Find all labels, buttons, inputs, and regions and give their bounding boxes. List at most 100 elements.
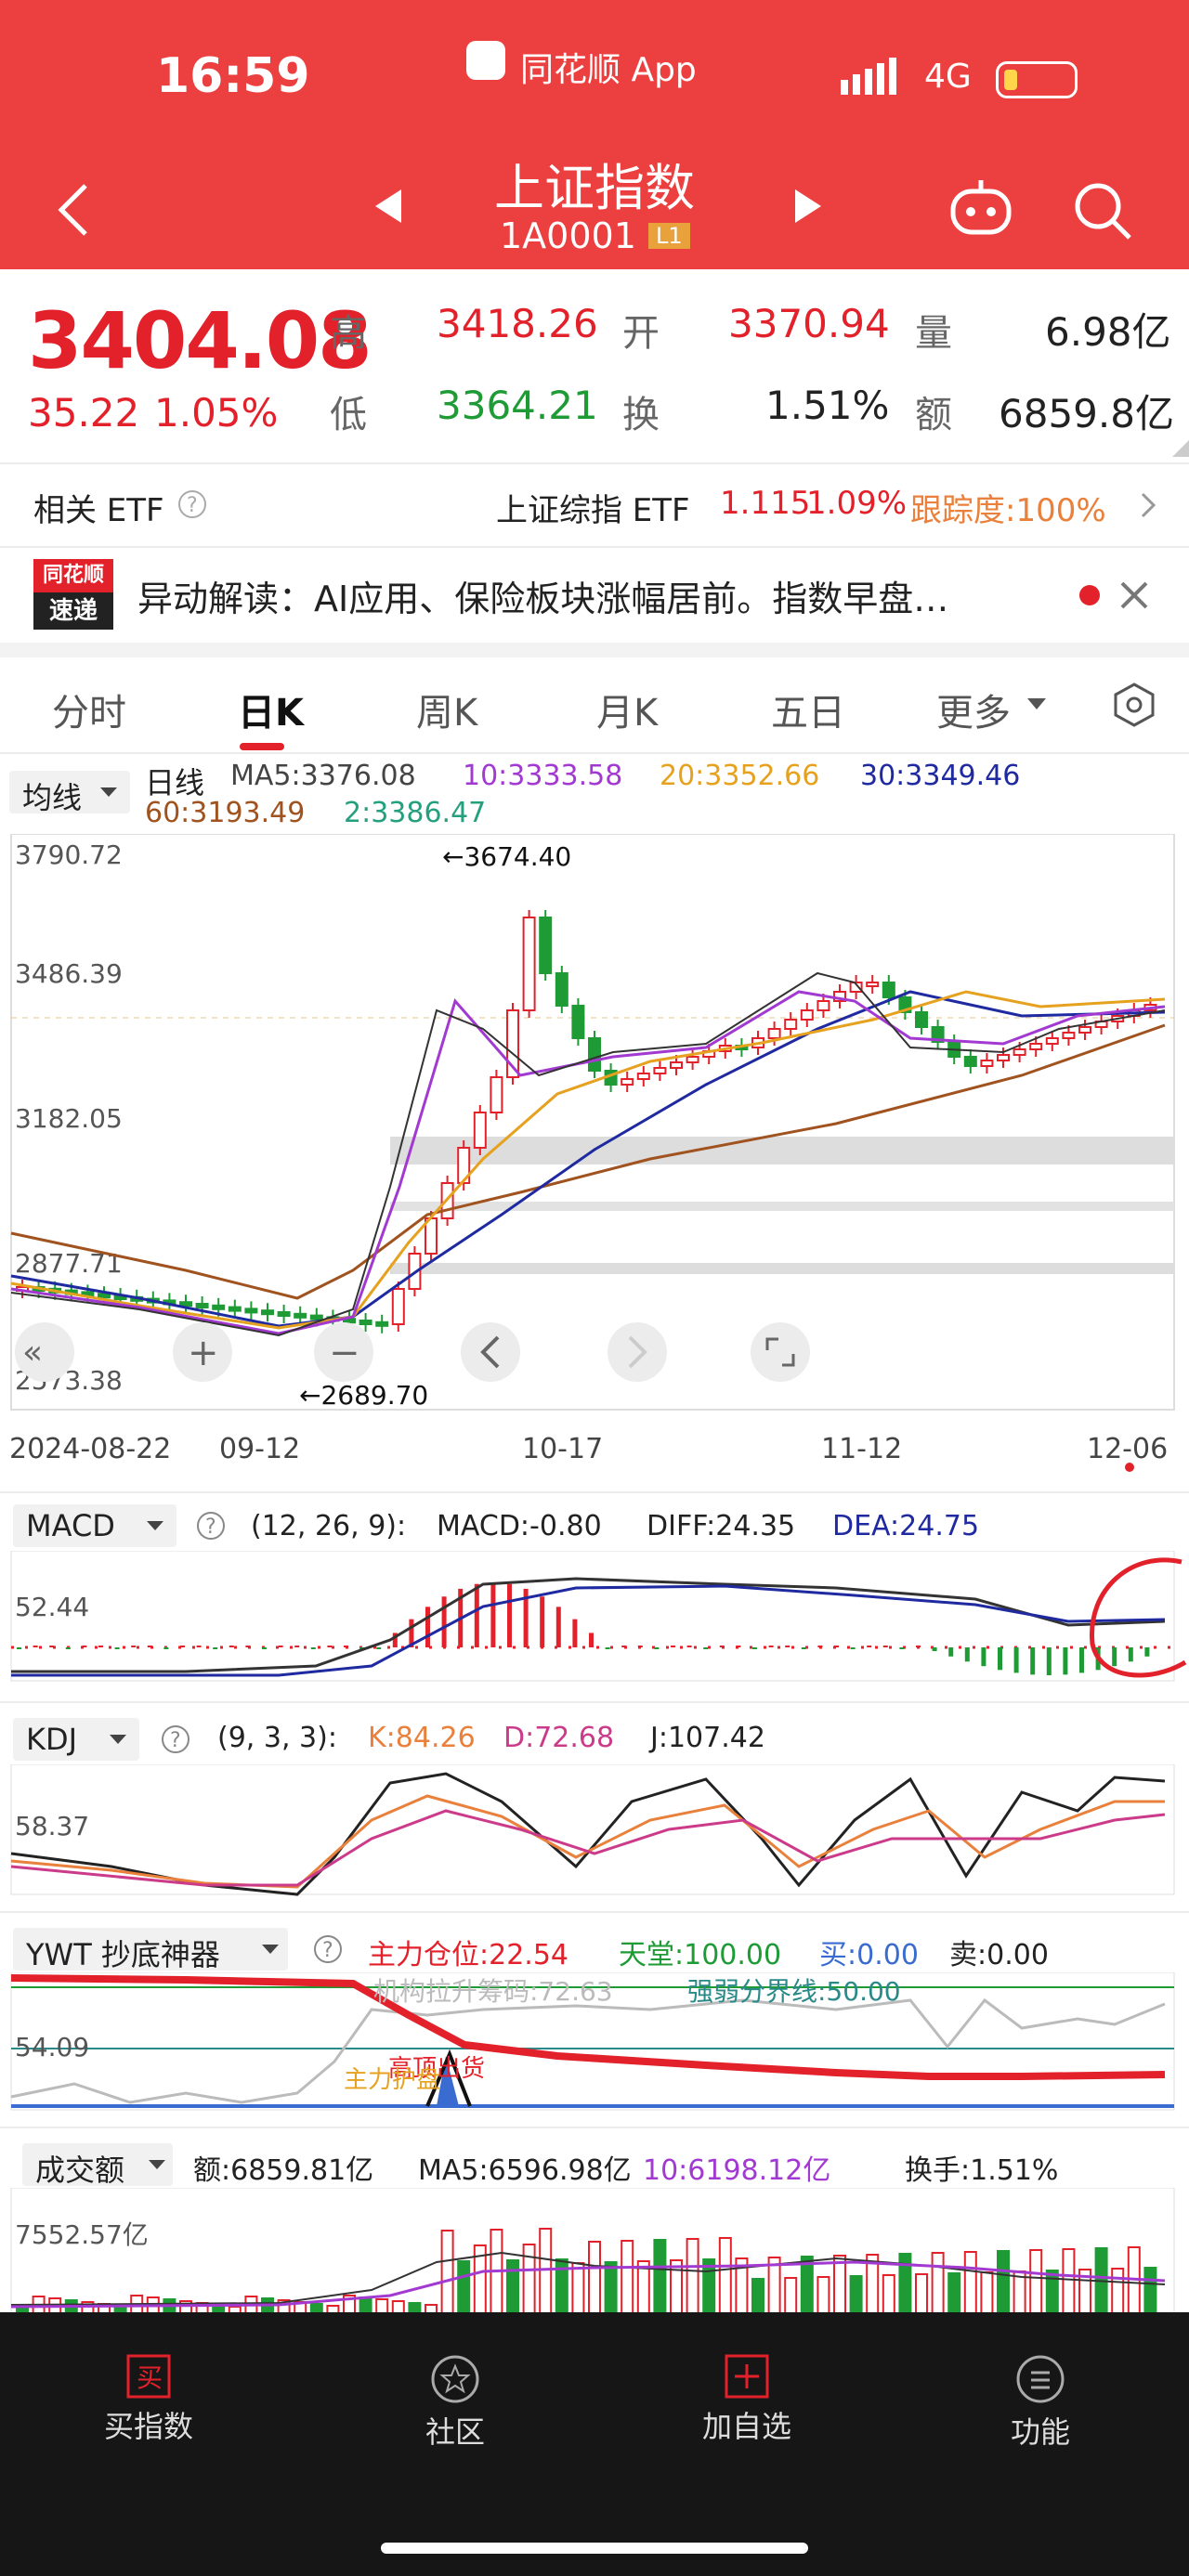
min-label: ←2689.70 [299,1380,428,1411]
ywt-tiantang: 天堂:100.00 [619,1939,782,1971]
macd-bar [589,1633,594,1647]
amount-label: 额 [915,394,952,436]
macd-bar [605,1647,610,1649]
zoom-in-button[interactable]: + [173,1322,232,1382]
macd-bar [1112,1647,1117,1667]
kdj-selector[interactable]: KDJ [13,1718,139,1761]
macd-bar [752,1647,757,1649]
kdj-chart[interactable]: 58.37 [0,1764,1189,1904]
ma-selector[interactable]: 均线 [9,771,130,815]
macd-bar [834,1646,839,1647]
news-text[interactable]: 异动解读：AI应用、保险板块涨幅居前。指数早盘… [137,570,1029,621]
app-name: 同花顺 App [520,51,697,89]
home-indicator [381,2543,808,2554]
help-icon[interactable]: ? [312,1933,344,1965]
macd-bar [1063,1647,1068,1675]
zoom-out-button[interactable]: − [314,1322,373,1382]
ywt-selector-label: YWT 抄底神器 [26,1937,220,1972]
macd-bar [441,1596,447,1647]
kdj-selector-label: KDJ [26,1722,78,1757]
macd-bar [163,1647,169,1649]
macd-chart[interactable]: 52.44 [0,1551,1189,1690]
next-stock-icon[interactable] [791,186,825,227]
d-value: D:72.68 [503,1722,615,1754]
y-label-0: 3790.72 [15,839,123,870]
macd-selector[interactable]: MACD [13,1504,176,1547]
macd-bar [981,1647,986,1667]
close-icon[interactable] [1118,579,1150,611]
macd-bar [964,1647,970,1662]
volume-label: 量 [915,312,952,355]
etf-tracking: 跟踪度:100% [910,492,1106,529]
help-icon[interactable]: ? [160,1724,191,1755]
search-icon[interactable] [1070,178,1135,243]
chevron-right-icon[interactable] [1139,490,1157,520]
nav-community[interactable]: 社区 [409,2353,502,2452]
macd-bar [49,1646,55,1647]
caret-down-icon [100,787,117,797]
nav-functions-label: 功能 [1010,2414,1070,2450]
macd-bar [507,1583,512,1647]
kline-chart[interactable]: 3790.72 3486.39 3182.05 2877.71 2573.38 … [0,834,1189,1484]
tab-daily-k[interactable]: 日K [238,683,304,736]
tab-monthly-k[interactable]: 月K [596,683,658,736]
macd-bar [310,1647,316,1649]
ywt-selector[interactable]: YWT 抄底神器 [13,1928,288,1972]
macd-bar [229,1646,234,1647]
macd-bar [131,1646,137,1647]
corner-triangle-icon [1172,440,1189,457]
tab-weekly-k[interactable]: 周K [416,683,477,736]
date-label-0: 2024-08-22 [9,1433,171,1465]
help-icon[interactable]: ? [195,1510,227,1542]
nav-add-watchlist[interactable]: 加自选 [700,2353,793,2446]
tab-more[interactable]: 更多 [936,683,1011,736]
ma-selector-label: 均线 [22,780,83,815]
macd-bar [817,1646,823,1647]
macd-bar [33,1646,38,1647]
chart-scroll-left-button[interactable]: « [15,1322,74,1382]
robot-assistant-icon[interactable] [947,178,1014,240]
macd-bar [686,1646,692,1647]
ma60-value: 60:3193.49 [145,797,306,829]
max-label: ←3674.40 [442,841,571,872]
date-label-3: 11-12 [821,1433,902,1465]
tab-five-day[interactable]: 五日 [771,683,845,736]
caret-down-icon [1027,698,1046,709]
fullscreen-button[interactable] [751,1322,810,1382]
macd-y-label: 52.44 [15,1592,89,1622]
nav-buy-index[interactable]: 买 买指数 [102,2353,195,2446]
macd-bar [213,1647,218,1649]
macd-bar [540,1596,545,1647]
ma2-value: 2:3386.47 [344,797,487,829]
caret-down-icon [149,2160,165,2169]
tab-fenshi[interactable]: 分时 [52,683,126,736]
next-candle-button[interactable] [608,1322,667,1382]
ywt-y-label: 54.09 [15,2032,89,2062]
macd-bar [916,1646,921,1647]
volume-ma5: MA5:6596.98亿 [418,2154,632,2187]
date-label-2: 10-17 [522,1433,603,1465]
ywt-chart[interactable]: 54.09 机构拉升筹码:72.63 强弱分界线:50.00 高顶出货 主力护盘 [0,1972,1189,2121]
macd-selector-label: MACD [26,1508,115,1543]
candle [391,1281,405,1332]
macd-params: (12, 26, 9): [251,1510,407,1542]
signal-icon [841,58,901,95]
price-change-pct: 1.05% [154,390,279,436]
k-value: K:84.26 [368,1722,476,1754]
macd-bar [294,1646,300,1647]
volume-selector[interactable]: 成交额 [22,2143,173,2188]
nav-functions[interactable]: 功能 [994,2353,1087,2452]
macd-bar [114,1647,120,1649]
nav-buy-label: 买指数 [103,2409,193,2444]
news-badge: 同花顺 速递 [33,559,113,630]
prev-candle-button[interactable] [461,1322,520,1382]
news-badge-bottom: 速递 [33,592,113,630]
svg-text:?: ? [187,494,198,517]
help-icon[interactable]: ? [176,488,208,520]
macd-bar [621,1646,627,1647]
etf-name[interactable]: 上证综指 ETF [496,485,690,530]
macd-bar [1046,1647,1052,1675]
volume-chart[interactable]: 7552.57亿 [0,2188,1189,2327]
settings-hexagon-icon[interactable] [1111,682,1157,728]
caret-down-icon [147,1521,163,1530]
